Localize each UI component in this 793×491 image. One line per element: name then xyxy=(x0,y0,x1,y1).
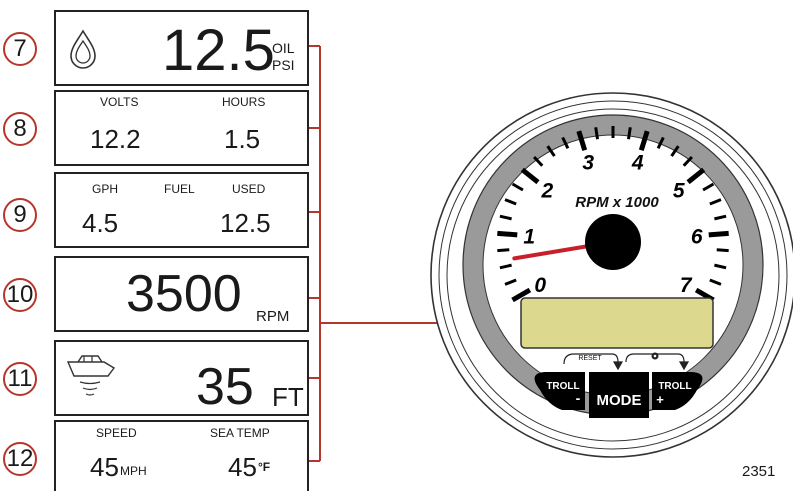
troll-plus-sign: + xyxy=(656,392,664,407)
dial-number-3: 3 xyxy=(582,152,594,175)
dial-tick xyxy=(708,230,729,238)
dial-number-6: 6 xyxy=(691,226,703,249)
needle-hub xyxy=(585,214,641,270)
dial-number-2: 2 xyxy=(540,180,553,203)
dial-number-0: 0 xyxy=(534,274,546,297)
dial-tick xyxy=(594,127,599,140)
gear-icon xyxy=(651,352,659,360)
dial-number-1: 1 xyxy=(523,226,535,249)
dial-tick xyxy=(497,230,518,238)
dial-number-4: 4 xyxy=(631,152,644,175)
dial-number-7: 7 xyxy=(680,274,693,297)
dial-tick xyxy=(497,248,510,253)
troll-plus-label: TROLL xyxy=(658,381,691,392)
dial-label: RPM x 1000 xyxy=(575,194,659,211)
mode-label: MODE xyxy=(597,392,642,409)
dial-tick xyxy=(716,248,729,253)
troll-minus-label: TROLL xyxy=(546,381,579,392)
troll-minus-sign: - xyxy=(576,390,581,406)
reset-label: RESET xyxy=(578,355,602,362)
diagram-graphics: 0123 4567 RPM x 1000 RESET TROLL - MODE T… xyxy=(309,45,793,462)
lcd-display xyxy=(520,297,714,349)
dial-tick xyxy=(627,127,632,140)
figure-number: 2351 xyxy=(742,463,776,480)
dial-number-5: 5 xyxy=(673,180,685,203)
